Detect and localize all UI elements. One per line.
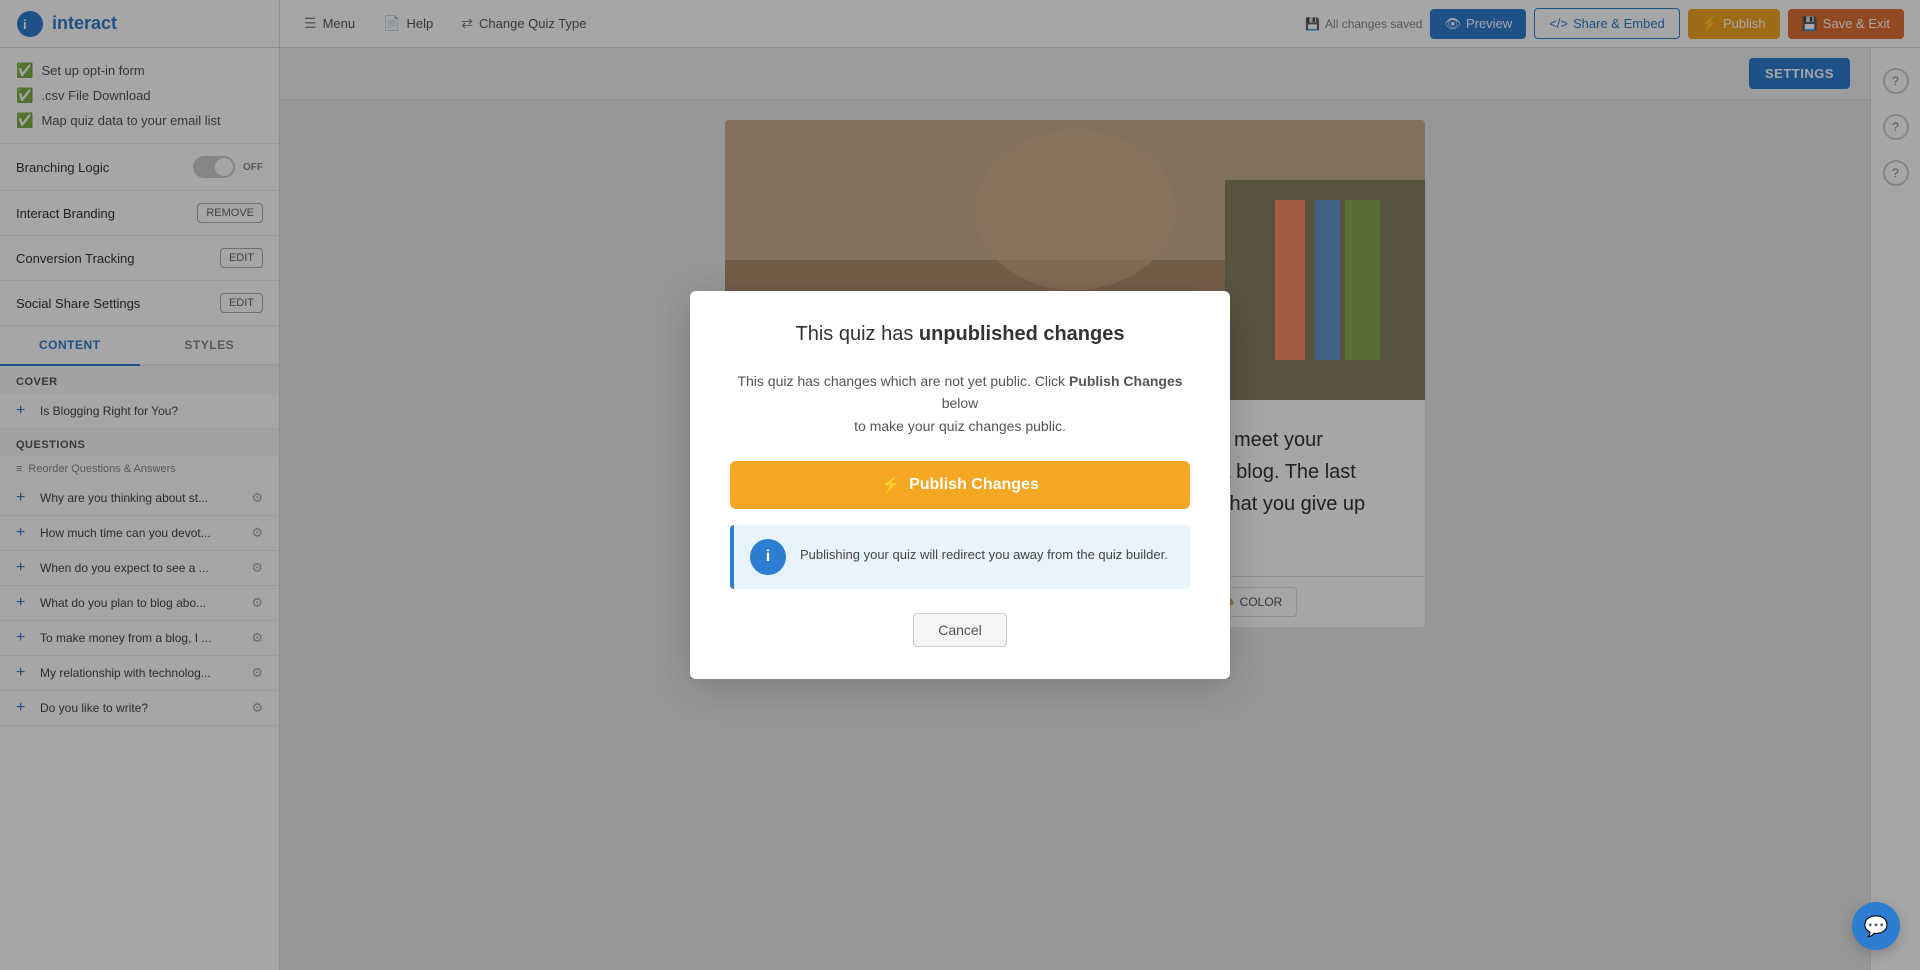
info-icon: i — [750, 539, 786, 575]
modal-title: This quiz has unpublished changes — [730, 323, 1190, 346]
info-text: Publishing your quiz will redirect you a… — [800, 539, 1168, 565]
chat-bubble[interactable]: 💬 — [1852, 902, 1900, 950]
info-box: i Publishing your quiz will redirect you… — [730, 525, 1190, 589]
publish-modal-icon: ⚡ — [881, 475, 901, 495]
modal-desc: This quiz has changes which are not yet … — [730, 370, 1190, 437]
modal: This quiz has unpublished changes This q… — [690, 291, 1230, 679]
publish-changes-button[interactable]: ⚡ Publish Changes — [730, 461, 1190, 509]
cancel-button[interactable]: Cancel — [913, 613, 1007, 647]
publish-modal-label: Publish Changes — [909, 476, 1039, 494]
modal-overlay[interactable]: This quiz has unpublished changes This q… — [0, 0, 1920, 970]
